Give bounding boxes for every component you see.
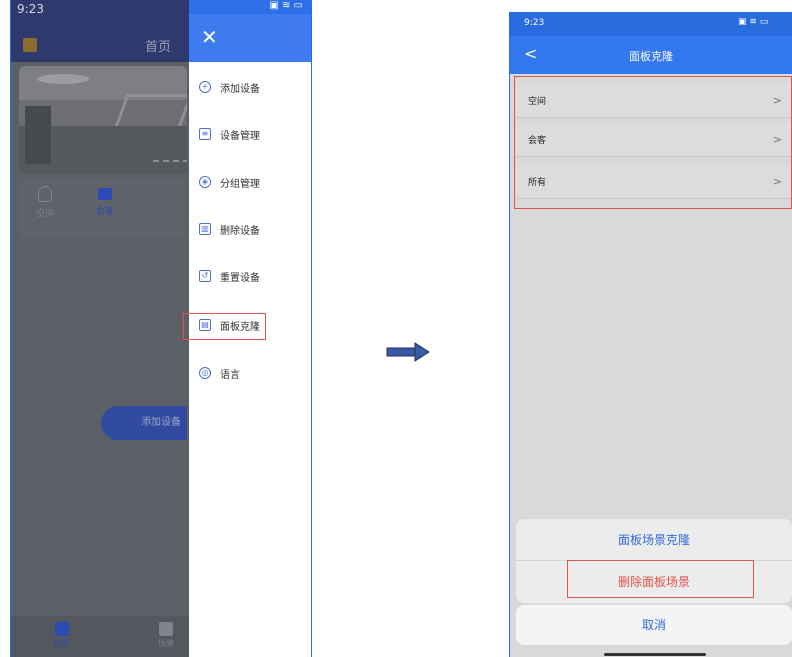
status-time: 9:23 — [17, 2, 44, 16]
menu-item-reset-device[interactable]: ↺ 重置设备 — [199, 265, 260, 287]
panel-scene-clone-option[interactable]: 面板场景克隆 — [516, 519, 792, 561]
reset-icon: ↺ — [199, 270, 211, 282]
nav-label: 场景 — [158, 639, 174, 648]
menu-item-label: 删除设备 — [220, 225, 260, 237]
tab-space[interactable]: 空间 — [33, 186, 57, 219]
drawer-status-icons: ▣ ≋ ▭ — [189, 0, 311, 14]
close-icon[interactable]: ✕ — [201, 27, 218, 47]
nav-label: 首页 — [54, 639, 70, 648]
highlight-box-panel-clone — [183, 313, 266, 340]
app-logo-icon[interactable] — [23, 38, 37, 52]
nav-home[interactable]: 首页 — [51, 622, 73, 649]
status-icons: ▣ ≋ ▭ — [738, 17, 769, 27]
add-device-button[interactable]: 添加设备 — [101, 406, 187, 440]
menu-item-label: 设备管理 — [220, 130, 260, 142]
page-title: 面板克隆 — [629, 50, 673, 63]
left-phone-screen: 9:23 首页 空间 会客 添加设备 首页 场景 ▣ ≋ ▭ ✕ + 添加设备 — [10, 0, 312, 657]
tab-meeting[interactable]: 会客 — [93, 186, 117, 217]
menu-item-language[interactable]: ◎ 语言 — [199, 362, 240, 384]
tab-label: 会客 — [95, 207, 114, 217]
bulb-icon — [38, 186, 52, 202]
menu-item-label: 添加设备 — [220, 83, 260, 95]
menu-item-add-device[interactable]: + 添加设备 — [199, 76, 260, 98]
scene-icon — [159, 622, 173, 636]
menu-item-label: 重置设备 — [220, 272, 260, 284]
home-banner-image — [19, 66, 187, 174]
menu-item-label: 分组管理 — [220, 178, 260, 190]
layers-icon: ◈ — [199, 176, 211, 188]
trash-icon: ▥ — [199, 223, 211, 235]
home-icon — [55, 622, 69, 636]
highlight-box-room-list — [514, 76, 792, 209]
plus-circle-icon: + — [199, 81, 211, 93]
page-title: 首页 — [145, 40, 172, 55]
panel-icon — [98, 188, 112, 200]
menu-item-label: 语言 — [220, 369, 240, 381]
menu-item-device-management[interactable]: ≡ 设备管理 — [199, 123, 260, 145]
globe-icon: ◎ — [199, 367, 211, 379]
transition-arrow-icon — [386, 342, 430, 362]
home-indicator — [604, 653, 706, 656]
menu-item-group-management[interactable]: ◈ 分组管理 — [199, 171, 260, 193]
list-icon: ≡ — [199, 128, 211, 140]
menu-item-delete-device[interactable]: ▥ 删除设备 — [199, 218, 260, 240]
highlight-box-delete-option — [567, 560, 754, 598]
status-time: 9:23 — [524, 18, 545, 28]
tab-label: 空间 — [35, 209, 54, 219]
nav-scene[interactable]: 场景 — [155, 622, 177, 649]
cancel-button[interactable]: 取消 — [516, 605, 792, 645]
